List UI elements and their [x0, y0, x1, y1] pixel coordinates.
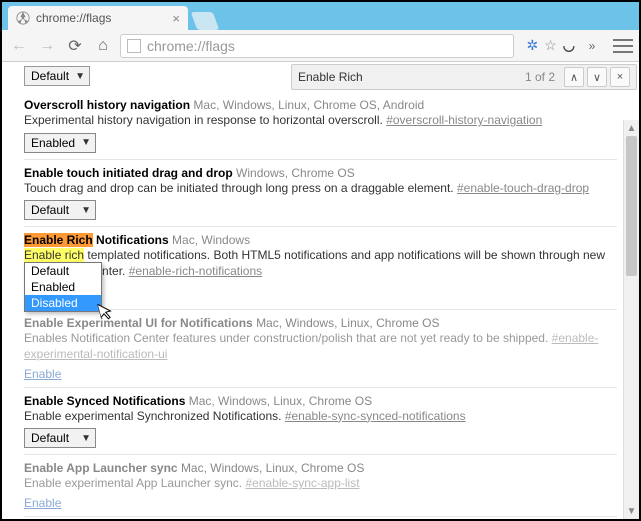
flag-hash-link[interactable]: #enable-rich-notifications [129, 264, 262, 278]
extension-icon[interactable]: ✲ [526, 37, 538, 54]
flag-select[interactable]: Default▼ [24, 200, 96, 220]
flag-desc: Touch drag and drop can be initiated thr… [24, 181, 454, 195]
find-count: 1 of 2 [525, 70, 555, 84]
dropdown-option[interactable]: Disabled [25, 295, 101, 311]
flag-platforms: Mac, Windows [172, 233, 250, 247]
url-actions: ✲ ☆ ◡ [526, 37, 575, 54]
dropdown-option[interactable]: Enabled [25, 279, 101, 295]
flag-hash-link[interactable]: #enable-sync-app-list [245, 476, 359, 490]
flag-platforms: Mac, Windows, Linux, Chrome OS [181, 461, 364, 475]
scroll-down-icon[interactable]: ▼ [624, 503, 639, 519]
extensions-chevron-icon[interactable]: » [581, 35, 603, 57]
scroll-track[interactable] [624, 136, 639, 503]
flag-platforms: Windows, Chrome OS [236, 166, 355, 180]
flag-platforms: Mac, Windows, Linux, Chrome OS, Android [193, 98, 424, 112]
find-next-button[interactable]: ∨ [587, 67, 607, 87]
flag-title: Enable Experimental UI for Notifications [24, 316, 253, 330]
flag-select[interactable]: Default▼ [24, 428, 96, 448]
flag-desc: Experimental history navigation in respo… [24, 113, 383, 127]
flag-hash-link[interactable]: #enable-sync-synced-notifications [285, 409, 466, 423]
flag-platforms: Mac, Windows, Linux, Chrome OS [256, 316, 439, 330]
top-select[interactable]: Default ▼ [24, 66, 90, 86]
chevron-down-icon: ▼ [81, 205, 91, 216]
home-button[interactable]: ⌂ [92, 35, 114, 57]
dropdown-option[interactable]: Default [25, 263, 101, 279]
scroll-up-icon[interactable]: ▲ [624, 120, 639, 136]
find-query[interactable]: Enable Rich [298, 70, 525, 84]
new-tab-button[interactable] [191, 12, 220, 30]
flag-item: Enable touch initiated drag and drop Win… [24, 160, 617, 228]
flag-item: Enable Rich Notifications Mac, Windows E… [24, 227, 617, 310]
back-button[interactable]: ← [8, 35, 30, 57]
flag-item: Enable App Launcher sync Mac, Windows, L… [24, 455, 617, 517]
close-icon[interactable]: × [172, 11, 180, 26]
page-icon [127, 39, 141, 53]
flag-select[interactable]: Enabled▼ [24, 133, 96, 153]
menu-icon[interactable] [613, 39, 633, 53]
flag-desc: Enable experimental App Launcher sync. [24, 476, 242, 490]
browser-tab[interactable]: chrome://flags × [8, 6, 188, 30]
tab-title: chrome://flags [36, 11, 111, 25]
flag-hash-link[interactable]: #enable-touch-drag-drop [457, 181, 589, 195]
scrollbar[interactable]: ▲ ▼ [623, 120, 639, 519]
reload-button[interactable]: ⟳ [64, 35, 86, 57]
scroll-thumb[interactable] [626, 136, 637, 276]
browser-toolbar: ← → ⟳ ⌂ chrome://flags ✲ ☆ ◡ » [2, 30, 639, 62]
select-dropdown[interactable]: Default Enabled Disabled [24, 262, 102, 312]
url-bar[interactable]: chrome://flags [120, 34, 514, 58]
tab-bar: chrome://flags × [2, 2, 639, 30]
star-icon[interactable]: ☆ [544, 37, 557, 54]
find-bar: Enable Rich 1 of 2 ∧ ∨ × [291, 64, 637, 90]
top-select-value: Default [31, 69, 69, 83]
radiation-icon [16, 11, 30, 25]
flag-desc: Enable experimental Synchronized Notific… [24, 409, 281, 423]
url-text: chrome://flags [147, 38, 235, 54]
flag-title: Enable Synced Notifications [24, 394, 185, 408]
flag-desc: Enables Notification Center features und… [24, 331, 548, 345]
flag-desc: Enable rich templated notifications. Bot… [24, 248, 617, 279]
chevron-down-icon: ▼ [75, 71, 85, 82]
flag-title: Enable App Launcher sync [24, 461, 178, 475]
flag-platforms: Mac, Windows, Linux, Chrome OS [189, 394, 372, 408]
flag-title: Enable touch initiated drag and drop [24, 166, 233, 180]
find-close-button[interactable]: × [610, 67, 630, 87]
flag-item: Overscroll history navigation Mac, Windo… [24, 92, 617, 160]
forward-button[interactable]: → [36, 35, 58, 57]
flag-hash-link[interactable]: #overscroll-history-navigation [386, 113, 542, 127]
find-prev-button[interactable]: ∧ [564, 67, 584, 87]
flag-title: Enable Rich Notifications [24, 233, 169, 247]
chevron-down-icon: ▼ [81, 137, 91, 148]
enable-link[interactable]: Enable [24, 367, 61, 381]
flag-title: Overscroll history navigation [24, 98, 190, 112]
enable-link[interactable]: Enable [24, 496, 61, 510]
flag-item: Enable Synced Notifications Mac, Windows… [24, 388, 617, 456]
chevron-down-icon: ▼ [81, 433, 91, 444]
pocket-icon[interactable]: ◡ [563, 37, 575, 54]
